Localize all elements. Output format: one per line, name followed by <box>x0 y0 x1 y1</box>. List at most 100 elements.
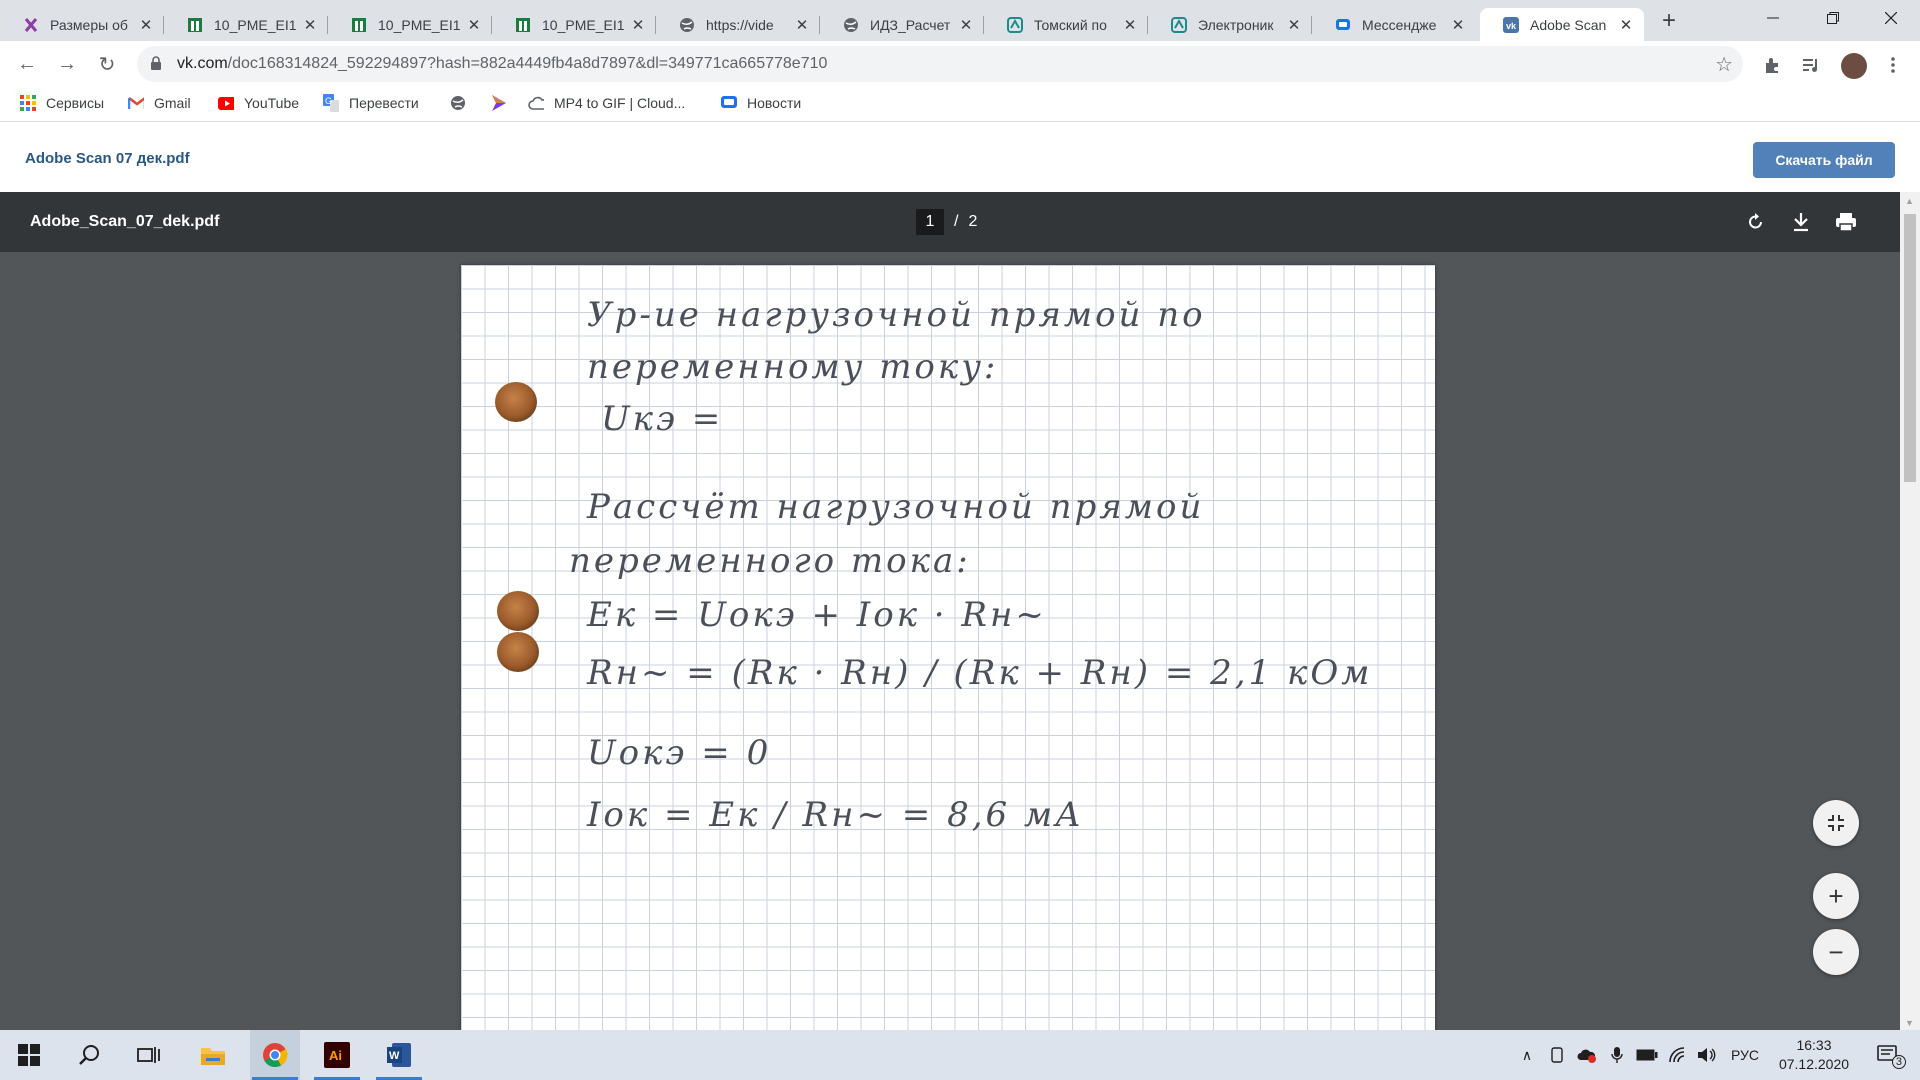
new-tab-button[interactable]: + <box>1655 8 1683 36</box>
bookmark-translate[interactable]: G Перевести <box>323 94 419 112</box>
cloud-icon <box>528 95 544 111</box>
purple-logo-icon <box>22 16 40 34</box>
forward-button[interactable]: → <box>52 49 82 79</box>
search-icon[interactable] <box>64 1030 114 1080</box>
tray-chevron-icon[interactable]: ∧ <box>1516 1045 1538 1065</box>
battery-icon[interactable] <box>1636 1045 1658 1065</box>
page-indicator: 1 / 2 <box>916 209 977 235</box>
teal-logo-icon <box>1170 16 1188 34</box>
tab-razmery[interactable]: Размеры об ✕ <box>0 8 164 41</box>
purple-arrow-icon <box>490 95 506 111</box>
clock-date: 07.12.2020 <box>1778 1056 1850 1072</box>
address-bar[interactable]: vk.com/doc168314824_592294897?hash=882a4… <box>137 46 1743 82</box>
close-tab-icon[interactable]: ✕ <box>466 16 482 34</box>
clock[interactable]: 16:33 07.12.2020 <box>1766 1036 1862 1074</box>
download-file-button[interactable]: Скачать файл <box>1753 142 1895 178</box>
illustrator-icon[interactable]: Ai <box>312 1030 362 1080</box>
tab-tomsk[interactable]: Томский по ✕ <box>984 8 1148 41</box>
svg-text:W: W <box>389 1050 400 1062</box>
bookmarks-bar: Сервисы Gmail YouTube G Перевести MP4 to… <box>0 88 1920 122</box>
bookmark-services[interactable]: Сервисы <box>20 95 104 111</box>
document-title: Adobe Scan 07 дек.pdf <box>25 150 190 167</box>
device-icon[interactable] <box>1546 1045 1568 1065</box>
menu-kebab-icon[interactable] <box>1882 54 1904 76</box>
close-tab-icon[interactable]: ✕ <box>302 16 318 34</box>
page-scrollbar[interactable]: ▲ ▼ <box>1900 192 1920 1030</box>
vk-icon: vk <box>1502 16 1520 34</box>
volume-icon[interactable] <box>1696 1045 1718 1065</box>
word-icon[interactable]: W <box>374 1030 424 1080</box>
tab-messenger[interactable]: Мессендже ✕ <box>1312 8 1476 41</box>
close-tab-icon[interactable]: ✕ <box>1450 16 1466 34</box>
minimize-button[interactable] <box>1750 0 1796 36</box>
tab-idz[interactable]: ИДЗ_Расчет ✕ <box>820 8 984 41</box>
handwritten-line: Iок = Eк / Rн~ = 8,6 мА <box>587 795 1084 835</box>
tab-adobe-scan[interactable]: vk Adobe Scan ✕ <box>1480 8 1644 41</box>
close-tab-icon[interactable]: ✕ <box>1618 16 1634 34</box>
fit-page-button[interactable] <box>1813 800 1859 846</box>
tab-strip: Размеры об ✕ 10_PME_EI1 ✕ 10_PME_EI1 ✕ 1… <box>0 0 1920 41</box>
reload-button[interactable]: ↻ <box>92 49 122 79</box>
green-sheet-icon <box>350 16 368 34</box>
restore-button[interactable] <box>1810 0 1856 36</box>
gmail-icon <box>128 95 144 111</box>
chrome-taskbar-icon[interactable] <box>250 1030 300 1080</box>
close-tab-icon[interactable]: ✕ <box>138 16 154 34</box>
start-button[interactable] <box>4 1030 54 1080</box>
tab-elektronik[interactable]: Электроник ✕ <box>1148 8 1312 41</box>
print-icon[interactable] <box>1833 209 1859 235</box>
globe-icon <box>678 16 696 34</box>
notifications-icon[interactable]: 3 <box>1870 1045 1906 1069</box>
tab-video[interactable]: https://vide ✕ <box>656 8 820 41</box>
extensions-icon[interactable] <box>1761 54 1783 76</box>
bookmark-news[interactable]: Новости <box>721 95 801 111</box>
wifi-icon[interactable] <box>1666 1045 1688 1065</box>
scrollbar-thumb[interactable] <box>1904 214 1916 482</box>
green-sheet-icon <box>514 16 532 34</box>
download-icon[interactable] <box>1788 209 1814 235</box>
close-tab-icon[interactable]: ✕ <box>794 16 810 34</box>
tab-pme-1[interactable]: 10_PME_EI1 ✕ <box>164 8 328 41</box>
address-url[interactable]: vk.com/doc168314824_592294897?hash=882a4… <box>177 55 827 73</box>
chat-icon <box>1334 16 1352 34</box>
svg-text:vk: vk <box>1506 21 1517 31</box>
rotate-icon[interactable] <box>1743 209 1769 235</box>
bookmark-star-icon[interactable]: ☆ <box>1715 52 1733 77</box>
total-pages: 2 <box>968 213 978 230</box>
input-language[interactable]: РУС <box>1730 1045 1760 1065</box>
globe-icon <box>842 16 860 34</box>
pdf-viewer: Adobe_Scan_07_dek.pdf 1 / 2 Ур-ие нагруз… <box>0 192 1900 1030</box>
zoom-out-button[interactable]: − <box>1813 929 1859 975</box>
microphone-icon[interactable] <box>1606 1045 1628 1065</box>
file-explorer-icon[interactable] <box>188 1030 238 1080</box>
close-window-button[interactable] <box>1868 0 1914 36</box>
bookmark-purple[interactable] <box>490 95 516 111</box>
close-tab-icon[interactable]: ✕ <box>1122 16 1138 34</box>
profile-avatar[interactable] <box>1841 53 1867 79</box>
zoom-in-button[interactable]: + <box>1813 873 1859 919</box>
globe-icon <box>450 95 466 111</box>
media-queue-icon[interactable] <box>1800 54 1822 76</box>
svg-text:G: G <box>325 96 332 106</box>
youtube-icon <box>218 95 234 111</box>
lock-icon[interactable] <box>149 55 163 75</box>
bookmark-mp4-to-gif[interactable]: MP4 to GIF | Cloud... <box>528 95 685 111</box>
notifications-count: 3 <box>1891 1055 1906 1069</box>
bookmark-gmail[interactable]: Gmail <box>128 95 191 111</box>
green-sheet-icon <box>186 16 204 34</box>
close-tab-icon[interactable]: ✕ <box>958 16 974 34</box>
current-page-input[interactable]: 1 <box>916 209 944 235</box>
tab-pme-2[interactable]: 10_PME_EI1 ✕ <box>328 8 492 41</box>
bookmark-globe[interactable] <box>450 95 476 111</box>
bookmark-youtube[interactable]: YouTube <box>218 95 299 111</box>
pdf-file-name: Adobe_Scan_07_dek.pdf <box>30 213 220 230</box>
handwritten-line: переменного тока: <box>569 541 971 581</box>
chat-icon <box>721 95 737 111</box>
task-view-icon[interactable] <box>124 1030 174 1080</box>
back-button[interactable]: ← <box>12 49 42 79</box>
close-tab-icon[interactable]: ✕ <box>1286 16 1302 34</box>
close-tab-icon[interactable]: ✕ <box>630 16 646 34</box>
browser-toolbar: ← → ↻ vk.com/doc168314824_592294897?hash… <box>0 41 1920 88</box>
tab-pme-3[interactable]: 10_PME_EI1 ✕ <box>492 8 656 41</box>
cloud-error-icon[interactable] <box>1576 1045 1598 1065</box>
